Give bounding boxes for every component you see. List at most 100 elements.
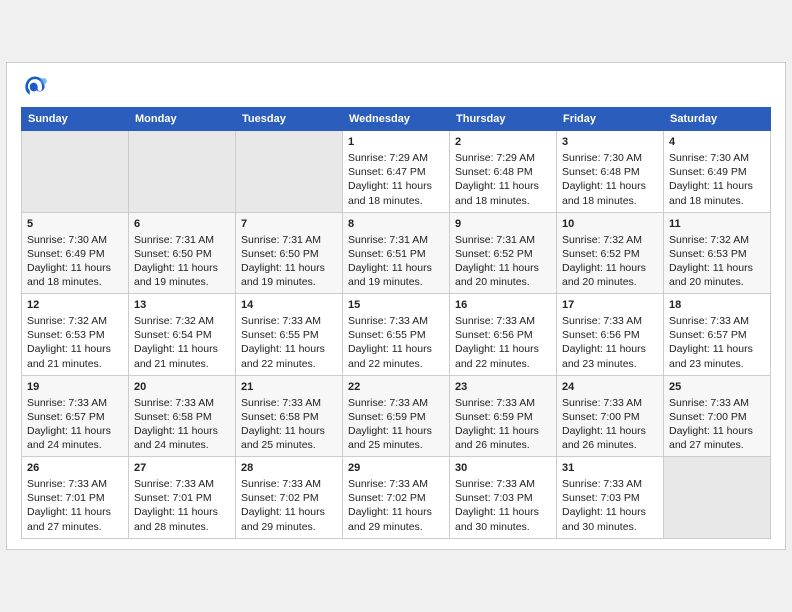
- day-info: Sunrise: 7:29 AM: [455, 151, 551, 165]
- day-info: Daylight: 11 hours and 21 minutes.: [134, 342, 230, 370]
- day-info: Daylight: 11 hours and 21 minutes.: [27, 342, 123, 370]
- calendar-cell: 8Sunrise: 7:31 AMSunset: 6:51 PMDaylight…: [343, 212, 450, 294]
- day-info: Sunrise: 7:32 AM: [27, 314, 123, 328]
- day-info: Daylight: 11 hours and 20 minutes.: [669, 261, 765, 289]
- day-number: 28: [241, 461, 337, 476]
- day-info: Daylight: 11 hours and 28 minutes.: [134, 505, 230, 533]
- day-info: Daylight: 11 hours and 26 minutes.: [455, 424, 551, 452]
- day-info: Sunrise: 7:30 AM: [27, 233, 123, 247]
- calendar-cell: 1Sunrise: 7:29 AMSunset: 6:47 PMDaylight…: [343, 131, 450, 213]
- calendar-cell: 30Sunrise: 7:33 AMSunset: 7:03 PMDayligh…: [450, 457, 557, 539]
- logo: [21, 73, 53, 101]
- day-info: Sunset: 6:57 PM: [669, 328, 765, 342]
- calendar-cell: 25Sunrise: 7:33 AMSunset: 7:00 PMDayligh…: [664, 375, 771, 457]
- day-info: Sunrise: 7:33 AM: [348, 314, 444, 328]
- day-info: Sunset: 7:02 PM: [241, 491, 337, 505]
- day-info: Sunrise: 7:33 AM: [134, 396, 230, 410]
- day-info: Daylight: 11 hours and 18 minutes.: [348, 179, 444, 207]
- week-row-2: 5Sunrise: 7:30 AMSunset: 6:49 PMDaylight…: [22, 212, 771, 294]
- day-info: Daylight: 11 hours and 19 minutes.: [241, 261, 337, 289]
- calendar-cell: 7Sunrise: 7:31 AMSunset: 6:50 PMDaylight…: [236, 212, 343, 294]
- week-row-5: 26Sunrise: 7:33 AMSunset: 7:01 PMDayligh…: [22, 457, 771, 539]
- day-number: 13: [134, 298, 230, 313]
- day-info: Daylight: 11 hours and 18 minutes.: [27, 261, 123, 289]
- day-info: Daylight: 11 hours and 23 minutes.: [669, 342, 765, 370]
- day-info: Sunrise: 7:30 AM: [562, 151, 658, 165]
- calendar-cell: 31Sunrise: 7:33 AMSunset: 7:03 PMDayligh…: [557, 457, 664, 539]
- calendar-cell: 6Sunrise: 7:31 AMSunset: 6:50 PMDaylight…: [129, 212, 236, 294]
- calendar-header: [21, 73, 771, 101]
- day-info: Sunset: 7:01 PM: [134, 491, 230, 505]
- calendar-cell: 9Sunrise: 7:31 AMSunset: 6:52 PMDaylight…: [450, 212, 557, 294]
- day-info: Sunset: 7:03 PM: [562, 491, 658, 505]
- day-info: Daylight: 11 hours and 20 minutes.: [455, 261, 551, 289]
- day-number: 4: [669, 135, 765, 150]
- day-info: Sunrise: 7:32 AM: [134, 314, 230, 328]
- calendar-cell: 18Sunrise: 7:33 AMSunset: 6:57 PMDayligh…: [664, 294, 771, 376]
- calendar-cell: [664, 457, 771, 539]
- day-info: Sunrise: 7:33 AM: [669, 396, 765, 410]
- day-info: Daylight: 11 hours and 29 minutes.: [348, 505, 444, 533]
- weekday-header-wednesday: Wednesday: [343, 108, 450, 131]
- day-number: 9: [455, 217, 551, 232]
- day-info: Sunrise: 7:33 AM: [348, 477, 444, 491]
- day-info: Daylight: 11 hours and 22 minutes.: [241, 342, 337, 370]
- day-number: 29: [348, 461, 444, 476]
- day-info: Sunset: 6:54 PM: [134, 328, 230, 342]
- day-info: Daylight: 11 hours and 20 minutes.: [562, 261, 658, 289]
- day-info: Daylight: 11 hours and 30 minutes.: [455, 505, 551, 533]
- day-number: 10: [562, 217, 658, 232]
- day-info: Daylight: 11 hours and 19 minutes.: [348, 261, 444, 289]
- day-info: Sunset: 6:55 PM: [241, 328, 337, 342]
- day-info: Sunrise: 7:33 AM: [669, 314, 765, 328]
- calendar-cell: 3Sunrise: 7:30 AMSunset: 6:48 PMDaylight…: [557, 131, 664, 213]
- day-info: Sunrise: 7:33 AM: [455, 477, 551, 491]
- weekday-header-saturday: Saturday: [664, 108, 771, 131]
- day-info: Sunset: 6:59 PM: [455, 410, 551, 424]
- day-info: Sunset: 6:52 PM: [562, 247, 658, 261]
- calendar-cell: 19Sunrise: 7:33 AMSunset: 6:57 PMDayligh…: [22, 375, 129, 457]
- day-number: 15: [348, 298, 444, 313]
- day-info: Daylight: 11 hours and 24 minutes.: [134, 424, 230, 452]
- logo-icon: [21, 73, 49, 101]
- day-info: Sunset: 6:48 PM: [455, 165, 551, 179]
- calendar-cell: 21Sunrise: 7:33 AMSunset: 6:58 PMDayligh…: [236, 375, 343, 457]
- day-number: 25: [669, 380, 765, 395]
- day-info: Sunrise: 7:31 AM: [455, 233, 551, 247]
- day-info: Daylight: 11 hours and 22 minutes.: [455, 342, 551, 370]
- calendar-cell: [236, 131, 343, 213]
- day-info: Daylight: 11 hours and 26 minutes.: [562, 424, 658, 452]
- day-info: Sunset: 6:56 PM: [562, 328, 658, 342]
- calendar-cell: 20Sunrise: 7:33 AMSunset: 6:58 PMDayligh…: [129, 375, 236, 457]
- day-number: 1: [348, 135, 444, 150]
- day-info: Sunset: 7:00 PM: [562, 410, 658, 424]
- day-info: Sunrise: 7:33 AM: [27, 396, 123, 410]
- day-info: Sunset: 6:51 PM: [348, 247, 444, 261]
- day-info: Sunrise: 7:33 AM: [241, 396, 337, 410]
- day-info: Sunrise: 7:33 AM: [241, 477, 337, 491]
- calendar-cell: 28Sunrise: 7:33 AMSunset: 7:02 PMDayligh…: [236, 457, 343, 539]
- day-info: Sunset: 6:49 PM: [27, 247, 123, 261]
- calendar-cell: 2Sunrise: 7:29 AMSunset: 6:48 PMDaylight…: [450, 131, 557, 213]
- day-number: 31: [562, 461, 658, 476]
- day-info: Daylight: 11 hours and 30 minutes.: [562, 505, 658, 533]
- day-info: Sunrise: 7:33 AM: [562, 314, 658, 328]
- day-info: Sunset: 6:59 PM: [348, 410, 444, 424]
- calendar-cell: 22Sunrise: 7:33 AMSunset: 6:59 PMDayligh…: [343, 375, 450, 457]
- calendar-cell: 23Sunrise: 7:33 AMSunset: 6:59 PMDayligh…: [450, 375, 557, 457]
- day-info: Sunset: 7:01 PM: [27, 491, 123, 505]
- day-number: 2: [455, 135, 551, 150]
- day-number: 19: [27, 380, 123, 395]
- day-info: Sunset: 7:00 PM: [669, 410, 765, 424]
- calendar-cell: 4Sunrise: 7:30 AMSunset: 6:49 PMDaylight…: [664, 131, 771, 213]
- weekday-header-sunday: Sunday: [22, 108, 129, 131]
- week-row-4: 19Sunrise: 7:33 AMSunset: 6:57 PMDayligh…: [22, 375, 771, 457]
- day-info: Sunset: 6:53 PM: [27, 328, 123, 342]
- day-info: Sunset: 6:49 PM: [669, 165, 765, 179]
- day-info: Sunset: 6:57 PM: [27, 410, 123, 424]
- calendar-cell: 24Sunrise: 7:33 AMSunset: 7:00 PMDayligh…: [557, 375, 664, 457]
- day-info: Sunset: 7:02 PM: [348, 491, 444, 505]
- day-number: 5: [27, 217, 123, 232]
- day-info: Daylight: 11 hours and 19 minutes.: [134, 261, 230, 289]
- day-info: Sunset: 6:48 PM: [562, 165, 658, 179]
